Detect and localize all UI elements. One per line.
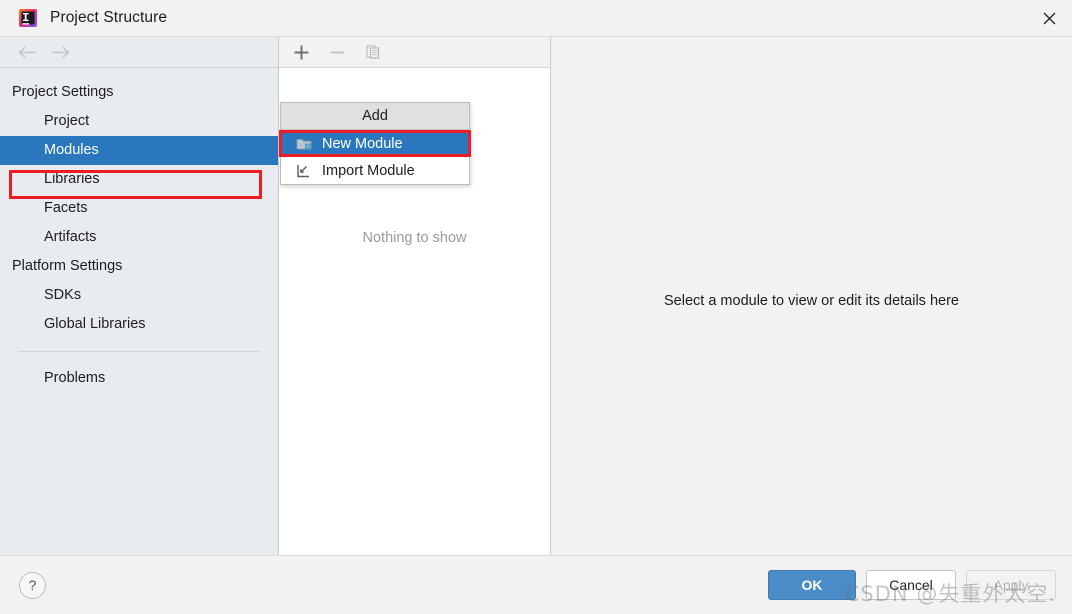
minus-icon xyxy=(327,42,347,62)
module-list-empty-text: Nothing to show xyxy=(362,230,467,246)
settings-sidebar: Project Settings Project Modules Librari… xyxy=(0,37,279,555)
menu-item-import-module-label: Import Module xyxy=(322,162,415,179)
copy-icon xyxy=(363,42,383,62)
sidebar-item-sdks[interactable]: SDKs xyxy=(0,281,278,310)
module-list-toolbar xyxy=(279,37,550,68)
sidebar-item-artifacts[interactable]: Artifacts xyxy=(0,223,278,252)
sidebar-divider xyxy=(18,351,260,352)
sidebar-item-modules[interactable]: Modules xyxy=(0,136,278,165)
sidebar-item-project[interactable]: Project xyxy=(0,107,278,136)
footer-button-group: OK Cancel Apply xyxy=(768,570,1056,600)
sidebar-item-libraries[interactable]: Libraries xyxy=(0,165,278,194)
cancel-button[interactable]: Cancel xyxy=(866,570,956,600)
sidebar-item-facets[interactable]: Facets xyxy=(0,194,278,223)
sidebar-item-global-libraries[interactable]: Global Libraries xyxy=(0,310,278,339)
sidebar-group-platform-settings: Platform Settings xyxy=(12,258,123,274)
menu-item-import-module[interactable]: Import Module xyxy=(281,157,469,184)
settings-tree: Project Settings Project Modules Librari… xyxy=(0,68,278,393)
plus-icon[interactable] xyxy=(291,42,311,62)
sidebar-item-problems[interactable]: Problems xyxy=(0,364,278,393)
module-detail-panel: Select a module to view or edit its deta… xyxy=(551,37,1072,555)
sidebar-navigation-bar xyxy=(0,37,278,68)
intellij-idea-icon xyxy=(18,8,38,28)
window-title: Project Structure xyxy=(50,9,168,26)
question-mark-icon[interactable]: ? xyxy=(19,571,46,599)
sidebar-group-project-settings: Project Settings xyxy=(12,84,114,100)
project-structure-dialog: Project Structure Project Settings Proje… xyxy=(0,0,1072,614)
arrow-right-icon[interactable] xyxy=(44,39,78,65)
ok-button[interactable]: OK xyxy=(768,570,856,600)
close-icon[interactable] xyxy=(1026,0,1072,36)
dialog-body: Project Settings Project Modules Librari… xyxy=(0,36,1072,555)
module-detail-empty-text: Select a module to view or edit its deta… xyxy=(664,293,959,309)
arrow-left-icon[interactable] xyxy=(10,39,44,65)
add-module-popup-menu: Add New Module Import Module xyxy=(280,102,470,185)
popup-header-add: Add xyxy=(281,103,469,130)
import-arrow-icon xyxy=(295,163,313,179)
module-folder-icon xyxy=(295,136,313,152)
title-bar: Project Structure xyxy=(0,0,1072,36)
help-button-label: ? xyxy=(28,577,37,593)
dialog-footer: ? OK Cancel Apply xyxy=(0,555,1072,614)
apply-button: Apply xyxy=(966,570,1056,600)
menu-item-new-module-label: New Module xyxy=(322,135,403,152)
menu-item-new-module[interactable]: New Module xyxy=(281,130,469,157)
